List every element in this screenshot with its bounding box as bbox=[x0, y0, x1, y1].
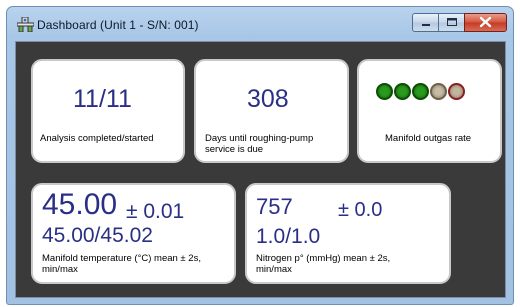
nitrogen-label-line1: Nitrogen p° (mmHg) mean ± 2s, bbox=[256, 253, 391, 264]
nitrogen-label-line2: min/max bbox=[256, 264, 292, 275]
pump-days-value: 308 bbox=[247, 85, 289, 113]
temperature-sd: ± 0.01 bbox=[126, 200, 185, 223]
nitrogen-minmax: 1.0/1.0 bbox=[256, 225, 321, 248]
nitrogen-card: 757 ± 0.0 1.0/1.0 Nitrogen p° (mmHg) mea… bbox=[245, 183, 451, 284]
maximize-icon bbox=[447, 18, 457, 26]
dashboard-panel: 11/11 Analysis completed/started 308 Day… bbox=[15, 41, 506, 298]
nitrogen-sd: ± 0.0 bbox=[338, 199, 383, 221]
indicator-green-1 bbox=[376, 83, 393, 100]
analysis-label: Analysis completed/started bbox=[40, 133, 154, 144]
indicator-grey-5 bbox=[448, 83, 465, 100]
window-controls bbox=[412, 13, 507, 32]
outgas-indicators bbox=[376, 83, 466, 100]
temperature-card: 45.00 ± 0.01 45.00/45.02 Manifold temper… bbox=[31, 183, 236, 284]
title-bar[interactable]: Dashboard (Unit 1 - S/N: 001) bbox=[7, 7, 513, 41]
analysis-card: 11/11 Analysis completed/started bbox=[31, 59, 185, 163]
temperature-label-line1: Manifold temperature (°C) mean ± 2s, bbox=[42, 253, 201, 264]
indicator-grey-4 bbox=[430, 83, 447, 100]
pump-label-line2: service is due bbox=[205, 144, 264, 155]
pump-label-line1: Days until roughing-pump bbox=[205, 133, 314, 144]
roughing-pump-card: 308 Days until roughing-pump service is … bbox=[194, 59, 349, 163]
indicator-green-2 bbox=[394, 83, 411, 100]
dashboard-app-icon bbox=[17, 17, 34, 32]
dashboard-window: Dashboard (Unit 1 - S/N: 001) 11/11 Anal… bbox=[6, 6, 514, 305]
nitrogen-mean: 757 bbox=[256, 194, 293, 219]
window-title: Dashboard (Unit 1 - S/N: 001) bbox=[37, 18, 199, 32]
outgas-card: Manifold outgas rate bbox=[357, 59, 502, 163]
close-button[interactable] bbox=[464, 13, 507, 32]
temperature-label-line2: min/max bbox=[42, 264, 78, 275]
analysis-value: 11/11 bbox=[73, 85, 132, 113]
indicator-green-3 bbox=[412, 83, 429, 100]
close-icon bbox=[479, 16, 492, 28]
minimize-button[interactable] bbox=[412, 13, 439, 32]
outgas-label: Manifold outgas rate bbox=[385, 133, 472, 144]
temperature-minmax: 45.00/45.02 bbox=[42, 224, 153, 247]
maximize-button[interactable] bbox=[438, 13, 465, 32]
minimize-icon bbox=[422, 24, 430, 26]
temperature-mean: 45.00 bbox=[42, 188, 118, 221]
